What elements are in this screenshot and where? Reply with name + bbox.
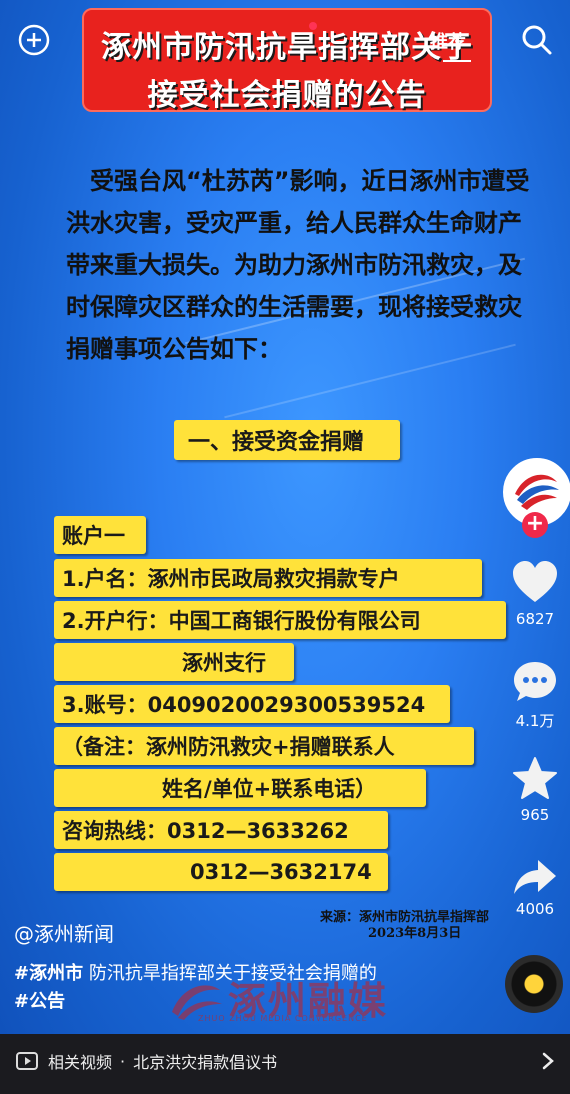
- hashtag-link[interactable]: #公告: [14, 991, 65, 1012]
- follow-plus-button[interactable]: +: [522, 512, 548, 538]
- heart-icon: [513, 561, 557, 602]
- source-date: 2023年8月3日: [368, 926, 462, 941]
- related-prefix: 相关视频: [48, 1053, 113, 1072]
- hashtag-link[interactable]: #涿州市: [14, 963, 83, 984]
- watermark-brand-sub: ZHUO ZHOU MEDIA CONVERGENCE: [198, 1014, 368, 1023]
- favorite-button[interactable]: 965: [505, 756, 565, 824]
- account-name: 1.户名：涿州市民政局救灾捐款专户: [54, 559, 482, 597]
- account-bank: 2.开户行：中国工商银行股份有限公司: [54, 601, 506, 639]
- live-indicator-dot: [309, 22, 317, 30]
- announcement-title-banner: 涿州市防汛抗旱指挥部关于 接受社会捐赠的公告: [82, 8, 492, 113]
- account-note-2: 姓名/单位+联系电话）: [54, 769, 426, 807]
- tab-recommend[interactable]: 推荐: [430, 28, 466, 54]
- account-bank-branch: 涿州支行: [54, 643, 294, 681]
- chevron-right-icon[interactable]: [542, 1052, 554, 1070]
- like-count: 6827: [515, 610, 555, 628]
- music-disc-icon[interactable]: [505, 955, 563, 1013]
- media-watermark: 涿州融媒 ZHUO ZHOU MEDIA CONVERGENCE: [168, 970, 408, 1026]
- search-icon[interactable]: [517, 20, 557, 60]
- video-play-icon: [16, 1052, 38, 1070]
- comment-count: 4.1万: [515, 712, 555, 730]
- hotline-2: 0312—3632174: [54, 853, 388, 891]
- plus-circle-icon[interactable]: [14, 20, 54, 60]
- comment-icon: [514, 662, 556, 701]
- related-separator: ·: [120, 1051, 126, 1071]
- source-line-1: 来源：涿州市防汛抗旱指挥部: [320, 910, 490, 925]
- share-button[interactable]: 4006: [505, 856, 565, 918]
- share-arrow-icon: [514, 860, 556, 894]
- related-video-row[interactable]: 相关视频 · 北京洪灾捐款倡议书: [0, 1036, 570, 1086]
- share-count: 4006: [515, 900, 555, 918]
- account-number: 3.账号：0409020029300539524: [54, 685, 450, 723]
- comment-button[interactable]: 4.1万: [505, 660, 565, 731]
- account-label: 账户一: [54, 516, 146, 554]
- like-button[interactable]: 6827: [505, 560, 565, 628]
- favorite-count: 965: [520, 806, 550, 824]
- title-line-2: 接受社会捐赠的公告: [147, 78, 427, 113]
- source-credit: 来源：涿州市防汛抗旱指挥部 2023年8月3日: [320, 910, 489, 942]
- tab-active-underline: [443, 60, 471, 62]
- star-icon: [513, 757, 557, 799]
- related-title[interactable]: 北京洪灾捐款倡议书: [133, 1049, 277, 1073]
- account-note-1: （备注：涿州防汛救灾+捐赠联系人: [54, 727, 474, 765]
- announcement-paragraph: 受强台风“杜苏芮”影响，近日涿州市遭受洪水灾害，受灾严重，给人民群众生命财产带来…: [66, 167, 530, 363]
- hotline-1: 咨询热线：0312—3633262: [54, 811, 388, 849]
- section-heading: 一、接受资金捐赠: [174, 420, 400, 460]
- author-name[interactable]: @涿州新闻: [14, 918, 114, 947]
